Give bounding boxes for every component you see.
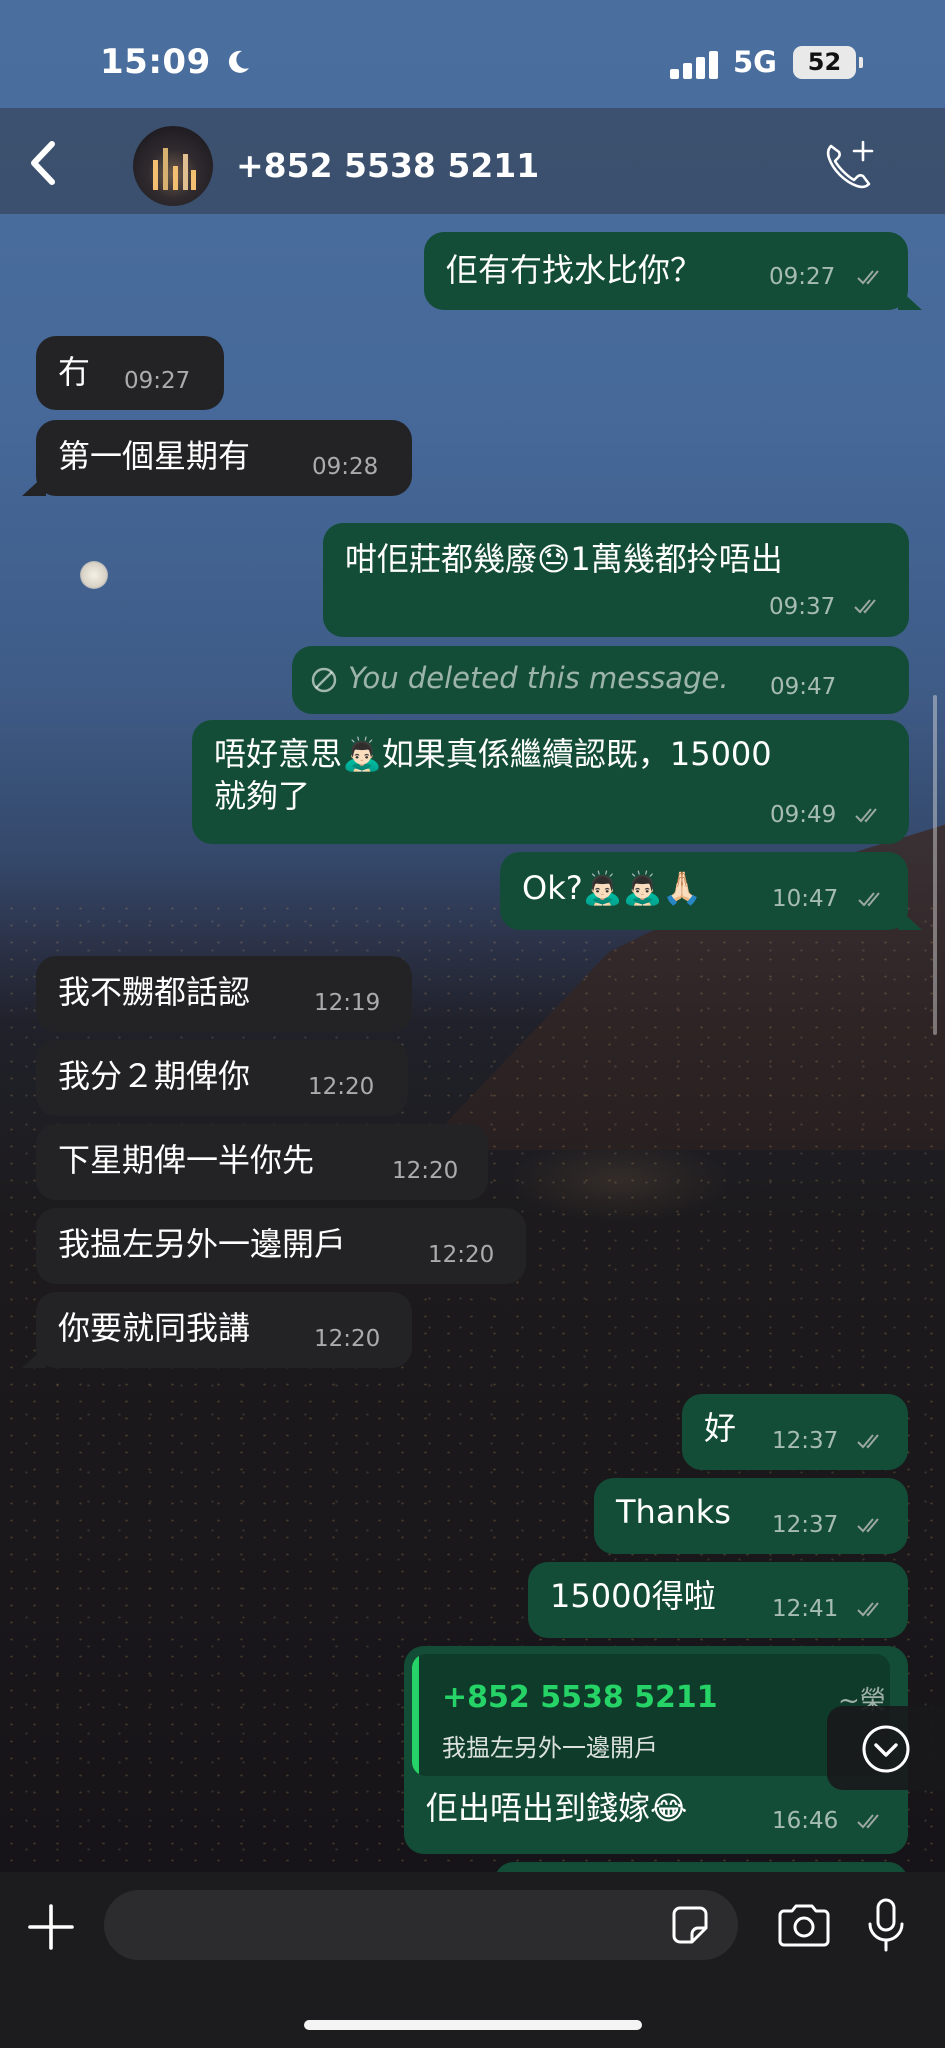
- message-text: 我揾左另外一邊開戶: [58, 1225, 347, 1263]
- message-time: 12:19: [314, 990, 381, 1016]
- message-text: 我分２期俾你: [58, 1057, 251, 1095]
- message-time: 09:27: [769, 264, 836, 290]
- deleted-message-text: You deleted this message.: [348, 661, 729, 695]
- cellular-signal-icon: [670, 49, 720, 79]
- camera-icon[interactable]: [776, 1903, 832, 1947]
- message-time: 16:46: [772, 1808, 839, 1834]
- message-bubble-in[interactable]: 我揾左另外一邊開戶 12:20: [36, 1208, 526, 1284]
- message-bubble-in[interactable]: 下星期俾一半你先 12:20: [36, 1124, 488, 1200]
- message-bubble-in[interactable]: 我不嬲都話認 12:19: [36, 956, 412, 1032]
- quote-accent-bar: [412, 1654, 419, 1776]
- message-bubble-in[interactable]: 我分２期俾你 12:20: [36, 1040, 408, 1116]
- message-text: Ok?🙇🏻‍♂️🙇🏻‍♂️🙏🏻: [522, 869, 703, 907]
- message-time: 12:20: [308, 1074, 375, 1100]
- battery-icon: 52: [793, 46, 863, 79]
- status-bar: 15:09 5G 52: [0, 0, 945, 120]
- microphone-icon[interactable]: [866, 1898, 906, 1952]
- read-ticks-icon: [857, 1814, 879, 1829]
- read-ticks-icon: [857, 1518, 879, 1533]
- battery-level: 52: [807, 48, 842, 76]
- plus-icon[interactable]: [26, 1902, 76, 1952]
- message-time: 12:20: [392, 1158, 459, 1184]
- message-time: 12:37: [772, 1428, 839, 1454]
- chat-header: +852 5538 5211: [0, 108, 945, 214]
- read-ticks-icon: [857, 1434, 879, 1449]
- quoted-text: 我揾左另外一邊開戶: [442, 1734, 658, 1762]
- add-call-icon[interactable]: [823, 140, 875, 192]
- message-time: 09:47: [770, 674, 837, 700]
- message-bubble-out[interactable]: 咁佢莊都幾廢😓1萬幾都拎唔出 09:37: [323, 523, 909, 637]
- quoted-message[interactable]: +852 5538 5211 ~榮 我揾左另外一邊開戶: [412, 1654, 890, 1776]
- message-time: 12:37: [772, 1512, 839, 1538]
- message-bubble-in[interactable]: 第一個星期有 09:28: [22, 420, 412, 496]
- message-time: 09:28: [312, 454, 379, 480]
- message-bubble-out[interactable]: 唔好意思🙇🏻‍♂️如果真係繼續認既，15000 就夠了 09:49: [192, 720, 909, 844]
- quoted-sender: +852 5538 5211: [442, 1680, 718, 1715]
- message-time: 09:37: [769, 594, 836, 620]
- message-bubble-out[interactable]: 15000得啦 12:41: [528, 1562, 908, 1638]
- message-bubble-out[interactable]: Ok?🙇🏻‍♂️🙇🏻‍♂️🙏🏻 10:47: [500, 852, 922, 930]
- message-bubble-in[interactable]: 你要就同我講 12:20: [22, 1292, 412, 1368]
- read-ticks-icon: [855, 808, 877, 823]
- deleted-message-bubble[interactable]: You deleted this message. 09:47: [292, 646, 909, 714]
- focus-moon-icon: [228, 50, 249, 73]
- message-bubble-out[interactable]: 好 12:37: [682, 1394, 908, 1470]
- contact-avatar[interactable]: [133, 126, 213, 206]
- message-text-continued: 就夠了: [214, 777, 311, 815]
- deleted-ban-icon: [311, 667, 337, 693]
- message-text: 佢有冇找水比你？: [446, 251, 703, 289]
- read-ticks-icon: [858, 892, 880, 907]
- message-time: 10:47: [772, 886, 839, 912]
- contact-name[interactable]: +852 5538 5211: [236, 146, 539, 185]
- message-text: 咁佢莊都幾廢😓1萬幾都拎唔出: [345, 540, 783, 578]
- network-type: 5G: [733, 45, 777, 79]
- message-text: 冇: [58, 353, 91, 391]
- read-ticks-icon: [854, 599, 876, 614]
- read-ticks-icon: [857, 1602, 879, 1617]
- message-text: 好: [704, 1409, 737, 1447]
- sticker-icon[interactable]: [668, 1904, 712, 1948]
- message-time: 12:20: [428, 1242, 495, 1268]
- message-input[interactable]: [104, 1890, 738, 1960]
- message-bubble-out[interactable]: 佢有冇找水比你？ 09:27: [424, 232, 922, 310]
- home-indicator[interactable]: [304, 2020, 642, 2030]
- message-composer: [0, 1872, 945, 2048]
- message-text: 第一個星期有: [58, 437, 251, 475]
- back-chevron-icon[interactable]: [24, 138, 64, 188]
- wallpaper-moon: [80, 561, 108, 589]
- read-ticks-icon: [857, 270, 879, 285]
- message-text: 佢出唔出到錢嫁😂: [426, 1789, 688, 1827]
- message-text: Thanks: [616, 1493, 731, 1531]
- chat-screen: 15:09 5G 52 +852 5538 5211 佢有冇找水比你？ 09:2…: [0, 0, 945, 2048]
- bubble-tail: [898, 288, 922, 310]
- chevron-down-circle-icon: [862, 1725, 910, 1773]
- message-text: 我不嬲都話認: [58, 973, 251, 1011]
- status-time: 15:09: [100, 42, 211, 82]
- message-text: 唔好意思🙇🏻‍♂️如果真係繼續認既，15000: [214, 735, 772, 773]
- message-text: 你要就同我講: [58, 1309, 251, 1347]
- message-bubble-out[interactable]: Thanks 12:37: [594, 1478, 908, 1554]
- scrollbar[interactable]: [933, 695, 937, 1035]
- message-time: 09:49: [770, 802, 837, 828]
- message-time: 12:41: [772, 1596, 839, 1622]
- message-time: 12:20: [314, 1326, 381, 1352]
- message-text: 15000得啦: [550, 1577, 716, 1615]
- bubble-tail: [22, 474, 46, 496]
- message-text: 下星期俾一半你先: [58, 1141, 315, 1179]
- scroll-to-bottom-button[interactable]: [827, 1706, 945, 1790]
- message-bubble-in[interactable]: 冇 09:27: [36, 336, 224, 410]
- message-time: 09:27: [124, 368, 191, 394]
